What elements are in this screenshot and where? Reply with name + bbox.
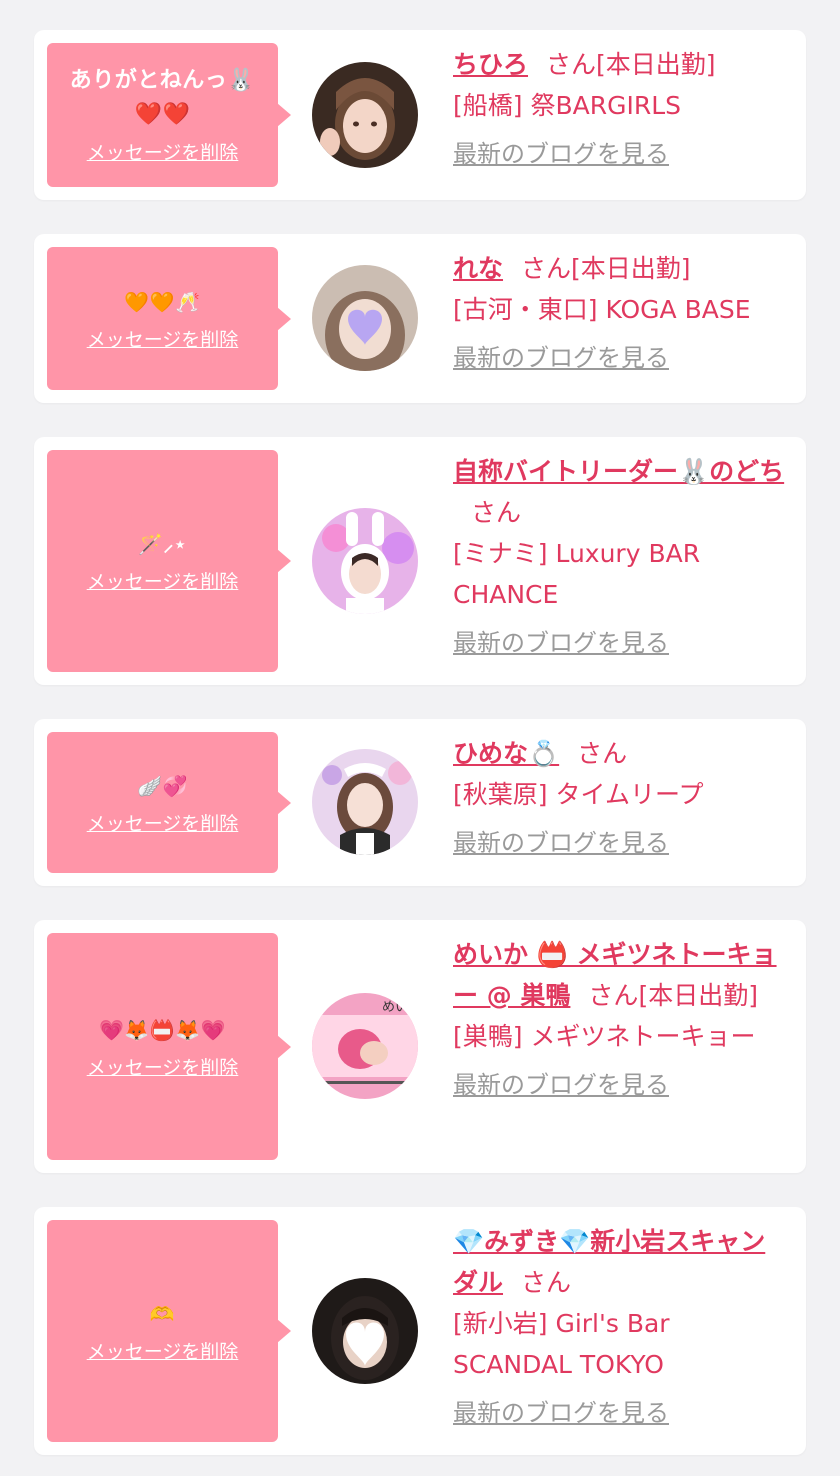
delete-message-link[interactable]: メッセージを削除 [87, 569, 239, 595]
shop-name: [古河・東口] KOGA BASE [453, 295, 751, 324]
avatar-caption: めいか [382, 1000, 418, 1015]
delete-message-link[interactable]: メッセージを削除 [87, 1055, 239, 1081]
message-card: 🪄⸝⋆ メッセージを削除 自称バイトリーダー🐰のどちさん [ミナミ] Luxur… [34, 437, 806, 685]
latest-blog-link[interactable]: 最新のブログを見る [453, 627, 669, 659]
message-list: ありがとねんっ🐰❤️❤️ メッセージを削除 ちひろ さん[本日出勤] [船橋] 祭… [0, 0, 840, 1476]
cast-info: めいか 📛 メギツネトーキョー @ 巣鴨 さん[本日出勤] [巣鴨] メギツネトー… [453, 934, 788, 1105]
message-card: ありがとねんっ🐰❤️❤️ メッセージを削除 ちひろ さん[本日出勤] [船橋] 祭… [34, 30, 806, 200]
cast-info: ちひろ さん[本日出勤] [船橋] 祭BARGIRLS 最新のブログを見る [453, 44, 788, 174]
avatar-image [312, 508, 418, 614]
avatar-image [312, 1278, 418, 1384]
honorific: さん [577, 739, 628, 768]
cast-info: 💎みずき💎新小岩スキャンダル さん [新小岩] Girl's Bar SCANDA… [453, 1221, 788, 1433]
honorific: さん [546, 50, 597, 79]
shop-name: [秋葉原] タイムリープ [453, 780, 704, 809]
message-bubble: 💗🦊📛🦊💗 メッセージを削除 [47, 933, 291, 1160]
message-text: ありがとねんっ🐰❤️❤️ [69, 68, 256, 127]
attendance-status: [本日出勤] [596, 50, 716, 79]
avatar[interactable]: めいか [312, 993, 418, 1099]
cast-info: 自称バイトリーダー🐰のどちさん [ミナミ] Luxury BAR CHANCE … [453, 451, 788, 663]
avatar[interactable] [312, 62, 418, 168]
avatar[interactable] [312, 265, 418, 371]
delete-message-link[interactable]: メッセージを削除 [87, 327, 239, 353]
honorific: さん [521, 1268, 572, 1297]
latest-blog-link[interactable]: 最新のブログを見る [453, 1069, 669, 1101]
message-bubble: ありがとねんっ🐰❤️❤️ メッセージを削除 [47, 43, 291, 187]
message-bubble: 🪄⸝⋆ メッセージを削除 [47, 450, 291, 672]
latest-blog-link[interactable]: 最新のブログを見る [453, 342, 669, 374]
cast-info: ひめな💍 さん [秋葉原] タイムリープ 最新のブログを見る [453, 733, 788, 863]
avatar-image [312, 62, 418, 168]
latest-blog-link[interactable]: 最新のブログを見る [453, 1397, 669, 1429]
cast-name-link[interactable]: ちひろ [453, 50, 528, 79]
message-text: 🪄⸝⋆ [138, 532, 187, 556]
delete-message-link[interactable]: メッセージを削除 [87, 1339, 239, 1365]
cast-name-link[interactable]: ひめな💍 [453, 739, 559, 768]
avatar-image [312, 265, 418, 371]
avatar[interactable] [312, 749, 418, 855]
message-card: 🪽💞 メッセージを削除 ひめな💍 さん [秋葉原] タイムリープ 最新のブログを見… [34, 719, 806, 886]
honorific: さん [471, 498, 522, 527]
shop-name: [巣鴨] メギツネトーキョー [453, 1022, 756, 1051]
cast-name-link[interactable]: 自称バイトリーダー🐰のどち [453, 457, 784, 486]
message-card: 💗🦊📛🦊💗 メッセージを削除 めいか めいか 📛 メギツネトーキョー @ 巣鴨さ… [34, 920, 806, 1173]
latest-blog-link[interactable]: 最新のブログを見る [453, 138, 669, 170]
message-text: 💗🦊📛🦊💗 [98, 1017, 226, 1042]
message-text: 🧡🧡🥂 [124, 289, 201, 314]
message-bubble: 🫶 メッセージを削除 [47, 1220, 291, 1442]
avatar-image: めいか [312, 993, 418, 1099]
latest-blog-link[interactable]: 最新のブログを見る [453, 827, 669, 859]
honorific: さん [521, 254, 572, 283]
honorific: さん [588, 981, 639, 1010]
attendance-status: [本日出勤] [638, 981, 758, 1010]
avatar[interactable] [312, 1278, 418, 1384]
message-card: 🫶 メッセージを削除 💎みずき💎新小岩スキャンダル さん [新小岩] Girl's… [34, 1207, 806, 1455]
attendance-status: [本日出勤] [571, 254, 691, 283]
cast-info: れな さん[本日出勤] [古河・東口] KOGA BASE 最新のブログを見る [453, 248, 788, 378]
shop-name: [新小岩] Girl's Bar SCANDAL TOKYO [453, 1309, 670, 1379]
message-card: 🧡🧡🥂 メッセージを削除 れな さん[本日出勤] [古河・東口] KOGA BAS… [34, 234, 806, 403]
message-bubble: 🧡🧡🥂 メッセージを削除 [47, 247, 291, 390]
avatar[interactable] [312, 508, 418, 614]
avatar-image [312, 749, 418, 855]
shop-name: [ミナミ] Luxury BAR CHANCE [453, 539, 701, 609]
delete-message-link[interactable]: メッセージを削除 [87, 140, 239, 166]
message-text: 🪽💞 [137, 773, 188, 798]
cast-name-link[interactable]: れな [453, 254, 503, 283]
cast-name-link[interactable]: 💎みずき💎新小岩スキャンダル [453, 1227, 765, 1297]
message-text: 🫶 [149, 1302, 176, 1326]
shop-name: [船橋] 祭BARGIRLS [453, 91, 681, 120]
message-bubble: 🪽💞 メッセージを削除 [47, 732, 291, 873]
delete-message-link[interactable]: メッセージを削除 [87, 811, 239, 837]
